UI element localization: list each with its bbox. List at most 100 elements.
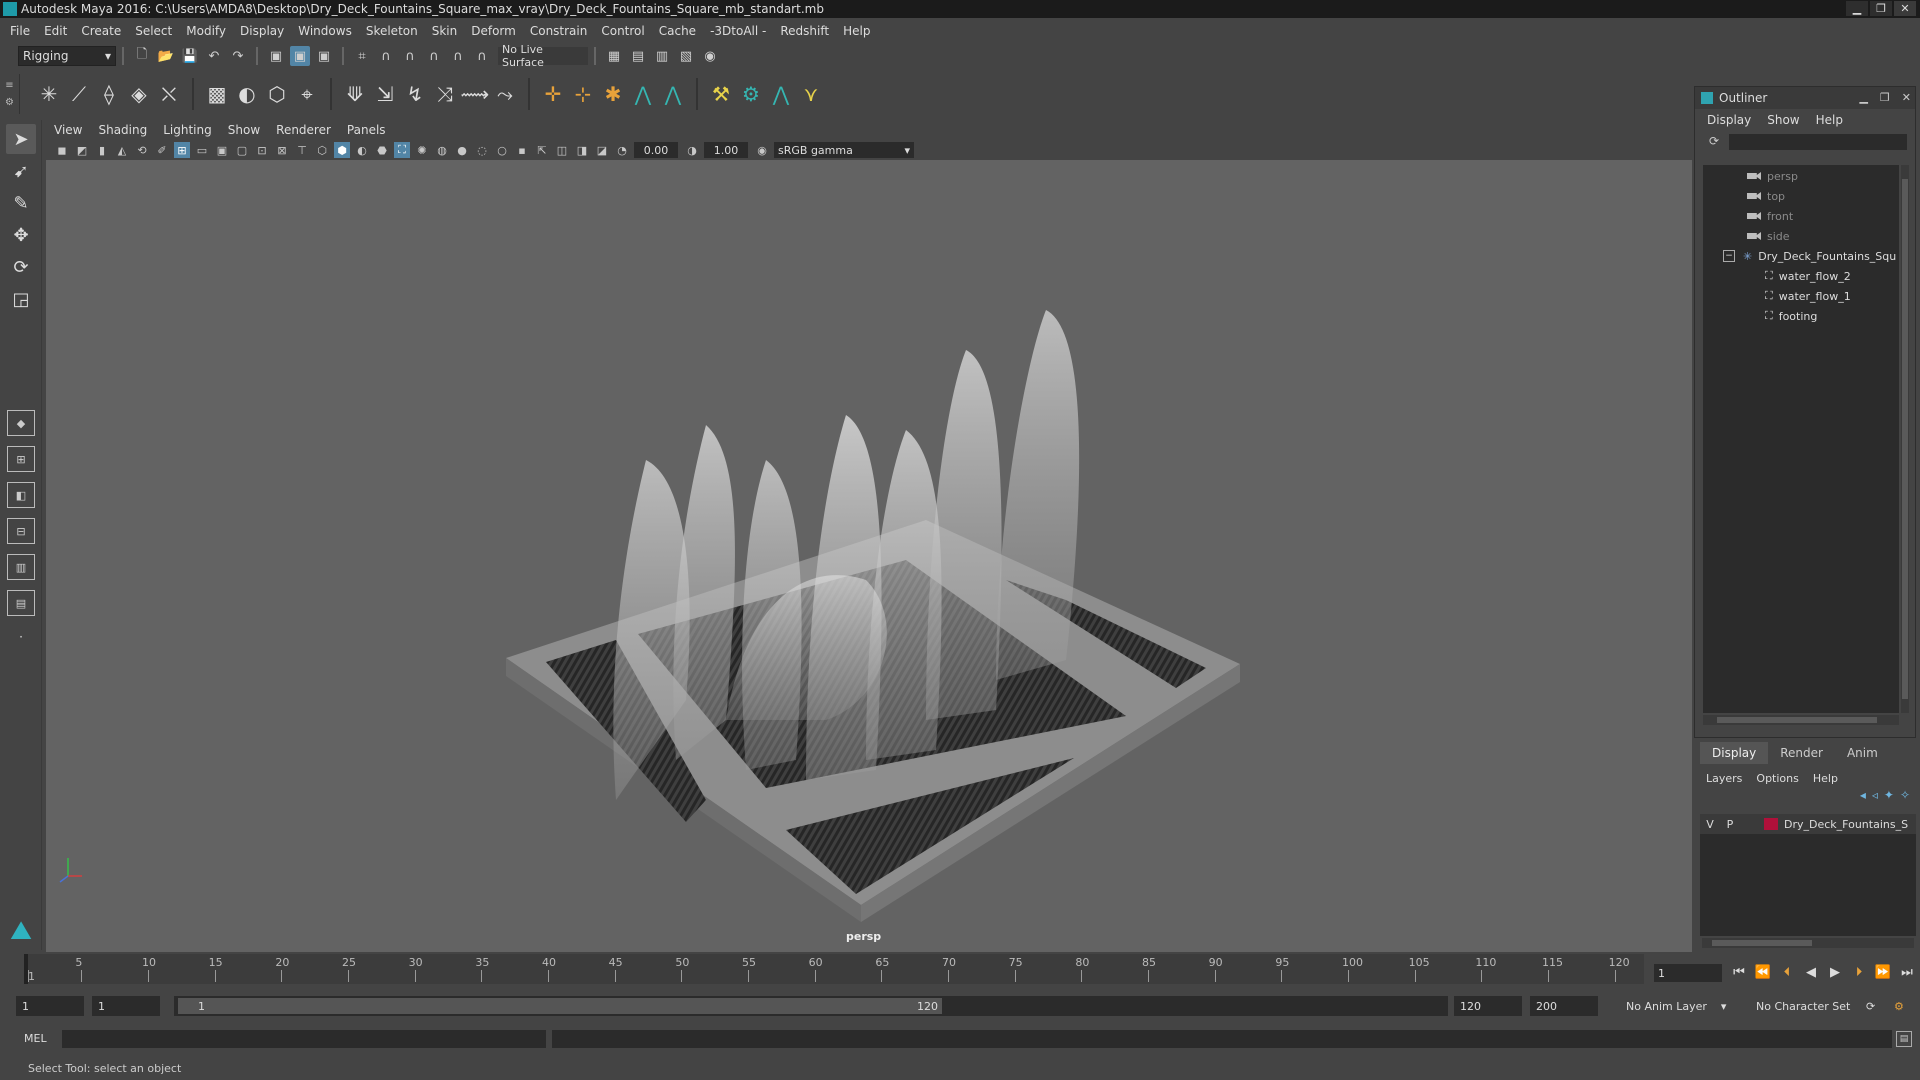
menu-modify[interactable]: Modify [186,24,226,38]
paint-weights-icon[interactable]: ⇲ [370,78,400,110]
outliner-item[interactable]: side [1747,227,1790,245]
xray-joints-icon[interactable]: ◨ [574,142,590,158]
rigid-bind-icon[interactable]: ⤨ [430,78,460,110]
safe-action-icon[interactable]: ⊠ [274,142,290,158]
menu-help[interactable]: Help [843,24,870,38]
menu-skin[interactable]: Skin [432,24,458,38]
step-back-key-icon[interactable]: ⏪ [1754,962,1772,982]
three-pane-layout-icon[interactable]: ▥ [7,554,35,580]
open-scene-icon[interactable]: 📂 [156,46,176,66]
menu-create[interactable]: Create [81,24,121,38]
ipr-render-icon[interactable]: ▧ [676,46,696,66]
select-tool-icon[interactable]: ➤ [6,124,36,154]
tab-render[interactable]: Render [1768,742,1835,764]
layer-menu-options[interactable]: Options [1756,772,1798,785]
bind-skin-icon[interactable]: ⟱ [340,78,370,110]
depth-of-field-icon[interactable]: ▪ [514,142,530,158]
menu-deform[interactable]: Deform [471,24,516,38]
outliner-menu-display[interactable]: Display [1707,113,1751,127]
panel-menu-renderer[interactable]: Renderer [276,123,331,137]
image-plane-icon[interactable]: ◭ [114,142,130,158]
joint-tool-icon[interactable]: ✳ [34,78,64,110]
animation-start-field[interactable]: 1 [16,996,84,1016]
outliner-item[interactable]: top [1747,187,1785,205]
blend-shape-icon[interactable]: ⋎ [796,78,826,110]
snap-curve-icon[interactable]: ∩ [376,46,396,66]
outliner-filter-input[interactable] [1729,134,1907,150]
paint-select-tool-icon[interactable]: ✎ [6,188,36,218]
lattice-icon[interactable]: ▩ [202,78,232,110]
textured-icon[interactable]: ⛶ [394,142,410,158]
outliner-item[interactable]: ⛶ water_flow_2 [1765,267,1851,285]
panel-menu-shading[interactable]: Shading [98,123,147,137]
layer-playback-toggle[interactable]: P [1720,818,1740,831]
use-all-lights-icon[interactable]: ✺ [414,142,430,158]
smooth-bind-icon[interactable]: ↯ [400,78,430,110]
panel-menu-show[interactable]: Show [228,123,260,137]
3d-viewport[interactable]: persp [46,160,1692,952]
render-view-icon[interactable]: ▤ [628,46,648,66]
range-slider-track[interactable]: 1 120 [174,996,1448,1016]
layer-row[interactable]: V P Dry_Deck_Fountains_S [1700,814,1916,834]
live-surface-field[interactable]: No Live Surface [498,43,588,69]
move-layer-up-icon[interactable]: ◂ [1860,788,1866,808]
shadows-icon[interactable]: ◍ [434,142,450,158]
mirror-weights-icon[interactable]: ⟿ [460,78,490,110]
two-d-pan-icon[interactable]: ⟲ [134,142,150,158]
wrap-deformer-icon[interactable]: ◐ [232,78,262,110]
hypershade-icon[interactable]: ◉ [700,46,720,66]
rotate-tool-icon[interactable]: ⟳ [6,252,36,282]
panel-menu-lighting[interactable]: Lighting [163,123,212,137]
outliner-menu-help[interactable]: Help [1816,113,1843,127]
animation-end-field[interactable]: 200 [1530,996,1598,1016]
redo-icon[interactable]: ↷ [228,46,248,66]
default-material-icon[interactable]: ◐ [354,142,370,158]
character-set-select[interactable]: No Character Set [1750,996,1874,1016]
exposure-field[interactable]: 0.00 [634,142,678,158]
outliner-close-icon[interactable]: ✕ [1902,91,1911,104]
tab-anim[interactable]: Anim [1835,742,1890,764]
motion-blur-icon[interactable]: ◌ [474,142,490,158]
more-layouts-icon[interactable]: · [6,622,36,652]
gate-mask-icon[interactable]: ▢ [234,142,250,158]
ik-spline-icon[interactable]: ⟠ [94,78,124,110]
range-slider-thumb[interactable]: 1 120 [178,998,942,1014]
field-chart-icon[interactable]: ⊡ [254,142,270,158]
human-ik-icon[interactable]: ⛌ [154,78,184,110]
panel-menu-view[interactable]: View [54,123,82,137]
wireframe-icon[interactable]: ⬡ [314,142,330,158]
new-scene-icon[interactable]: 🗋 [132,46,152,66]
aim-constraint-icon[interactable]: ⋀ [628,78,658,110]
command-input[interactable] [62,1030,546,1048]
menu-file[interactable]: File [10,24,30,38]
step-forward-key-icon[interactable]: ⏩ [1874,962,1892,982]
playback-end-field[interactable]: 120 [1454,996,1522,1016]
isolate-select-icon[interactable]: ⇱ [534,142,550,158]
time-slider[interactable]: 1 5 10 15 20 25 30 35 40 45 50 55 60 65 70 75 80 85 90 95 10… [24,954,1644,984]
move-layer-down-icon[interactable]: ◃ [1872,788,1878,808]
create-layer-from-selected-icon[interactable]: ✧ [1900,788,1910,808]
undo-icon[interactable]: ↶ [204,46,224,66]
outliner-layout-icon[interactable]: ▤ [7,590,35,616]
current-frame-field[interactable]: 1 [1654,964,1722,982]
move-tool-icon[interactable]: ✥ [6,220,36,250]
point-constraint-icon[interactable]: ✱ [598,78,628,110]
panel-menu-panels[interactable]: Panels [347,123,386,137]
side-by-side-layout-icon[interactable]: ◧ [7,482,35,508]
outliner-vertical-scrollbar[interactable] [1901,165,1909,713]
select-component-icon[interactable]: ▣ [314,46,334,66]
save-scene-icon[interactable]: 💾 [180,46,200,66]
step-back-frame-icon[interactable]: ⏴ [1778,962,1796,982]
backface-icon[interactable]: ◪ [594,142,610,158]
scrollbar-thumb[interactable] [1712,940,1812,946]
ik-handle-icon[interactable]: ⟋ [64,78,94,110]
snap-view-icon[interactable]: ∩ [424,46,444,66]
cluster-icon[interactable]: ⬡ [262,78,292,110]
resolution-gate-icon[interactable]: ▣ [214,142,230,158]
grid-icon[interactable]: ⊞ [174,142,190,158]
menu-redshift[interactable]: Redshift [780,24,829,38]
make-live-icon[interactable]: ∩ [472,46,492,66]
menu-windows[interactable]: Windows [298,24,352,38]
outliner-item[interactable]: − ✳ Dry_Deck_Fountains_Squ [1723,247,1896,265]
wireframe-on-shaded-icon[interactable]: ⬣ [374,142,390,158]
